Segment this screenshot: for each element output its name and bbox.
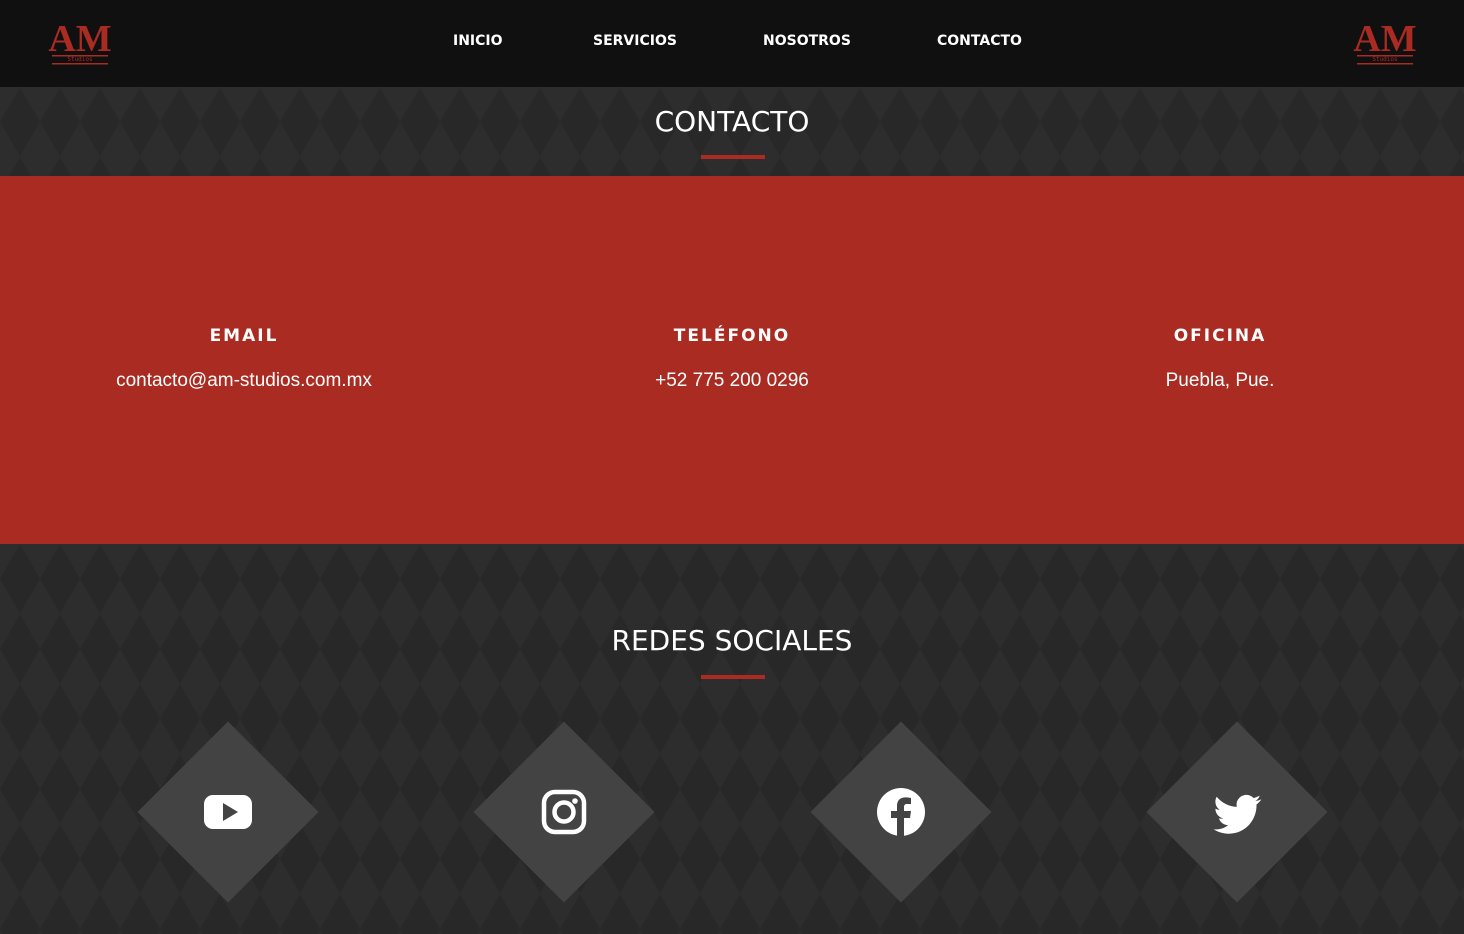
youtube-icon xyxy=(204,795,252,829)
instagram-icon xyxy=(541,789,587,835)
nav-inicio[interactable]: INICIO xyxy=(453,33,503,49)
facebook-link[interactable] xyxy=(810,721,992,903)
main-nav: INICIO SERVICIOS NOSOTROS CONTACTO xyxy=(0,0,1464,87)
logo-subtext-right: Studios xyxy=(1372,56,1398,63)
office-value: Puebla, Pue. xyxy=(1165,370,1275,391)
twitter-icon xyxy=(1213,794,1262,834)
nav-contacto[interactable]: CONTACTO xyxy=(937,33,1022,49)
contact-office: OFICINA Puebla, Pue. xyxy=(1020,326,1420,392)
youtube-link[interactable] xyxy=(137,721,319,903)
email-label: EMAIL xyxy=(209,326,279,346)
phone-label: TELÉFONO xyxy=(673,326,791,346)
contact-info-band: EMAIL contacto@am-studios.com.mx TELÉFON… xyxy=(0,176,1464,544)
email-value[interactable]: contacto@am-studios.com.mx xyxy=(44,370,444,392)
instagram-link[interactable] xyxy=(473,721,655,903)
nav-servicios[interactable]: SERVICIOS xyxy=(593,33,677,49)
phone-value[interactable]: +52 775 200 0296 xyxy=(532,370,932,392)
social-section: REDES SOCIALES xyxy=(0,544,1464,934)
social-title-underline xyxy=(701,675,765,679)
nav-nosotros[interactable]: NOSOTROS xyxy=(763,33,851,49)
am-studios-logo-right[interactable]: AM Studios xyxy=(1349,18,1421,68)
twitter-link[interactable] xyxy=(1146,721,1328,903)
contact-header-section: CONTACTO xyxy=(0,87,1464,176)
social-title: REDES SOCIALES xyxy=(611,624,853,657)
contact-email: EMAIL contacto@am-studios.com.mx xyxy=(44,326,444,392)
office-label: OFICINA xyxy=(1173,326,1267,346)
top-navigation-bar: AM Studios INICIO SERVICIOS NOSOTROS CON… xyxy=(0,0,1464,87)
contact-title-underline xyxy=(701,155,765,159)
contact-title: CONTACTO xyxy=(654,105,810,138)
logo-text-right: AM xyxy=(1353,18,1416,60)
contact-phone: TELÉFONO +52 775 200 0296 xyxy=(532,326,932,392)
facebook-icon xyxy=(877,788,925,836)
